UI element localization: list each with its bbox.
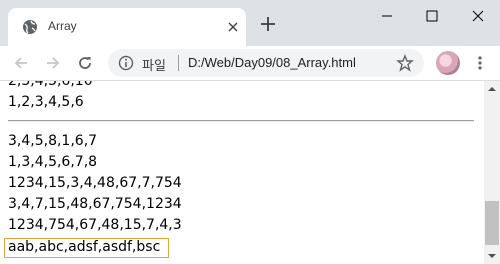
forward-button[interactable] — [41, 51, 65, 75]
bookmark-star-icon[interactable] — [396, 54, 414, 72]
address-bar[interactable]: 파일 D:/Web/Day09/08_Array.html — [108, 49, 424, 77]
output-line: 3,4,7,15,48,67,754,1234 — [8, 196, 182, 212]
page-content: 2,3,4,5,6,10 1,2,3,4,5,6 3,4,5,8,1,6,7 1… — [0, 81, 484, 264]
horizontal-rule — [8, 120, 474, 122]
scroll-up-arrow-icon[interactable] — [484, 81, 500, 97]
window-titlebar: Array — [0, 0, 500, 46]
close-tab-icon[interactable] — [226, 20, 240, 34]
vertical-scrollbar[interactable] — [484, 81, 500, 264]
close-icon — [472, 10, 484, 22]
profile-avatar[interactable] — [436, 51, 460, 75]
minimize-icon — [382, 15, 392, 17]
globe-icon — [23, 20, 37, 34]
url-text[interactable]: D:/Web/Day09/08_Array.html — [188, 55, 356, 70]
file-scheme-label: 파일 — [142, 59, 166, 74]
minimize-button[interactable] — [364, 0, 410, 32]
reload-icon — [79, 57, 91, 69]
output-line: 1234,754,67,48,15,7,4,3 — [8, 217, 182, 233]
new-tab-icon[interactable] — [258, 14, 278, 34]
output-line: 1,3,4,5,6,7,8 — [8, 154, 98, 170]
output-line: 1234,15,3,4,48,67,7,754 — [8, 175, 182, 191]
back-button[interactable] — [9, 51, 33, 75]
maximize-button[interactable] — [409, 0, 455, 32]
arrow-left-icon — [14, 57, 27, 69]
reload-button[interactable] — [73, 51, 97, 75]
maximize-icon — [426, 10, 438, 22]
output-line: 3,4,5,8,1,6,7 — [8, 133, 98, 149]
browser-tab[interactable]: Array — [8, 8, 246, 46]
more-menu-icon[interactable] — [472, 55, 488, 71]
close-window-button[interactable] — [455, 0, 500, 32]
separator — [178, 55, 179, 71]
output-line: aab,abc,adsf,asdf,bsc — [8, 239, 161, 255]
tab-title: Array — [48, 19, 77, 33]
info-icon[interactable] — [118, 55, 134, 71]
scroll-down-arrow-icon[interactable] — [484, 248, 500, 264]
output-line: 2,3,4,5,6,10 — [8, 81, 93, 89]
browser-toolbar: 파일 D:/Web/Day09/08_Array.html — [0, 46, 500, 81]
scrollbar-thumb[interactable] — [485, 201, 499, 245]
output-line: 1,2,3,4,5,6 — [8, 94, 84, 110]
arrow-right-icon — [47, 57, 60, 69]
